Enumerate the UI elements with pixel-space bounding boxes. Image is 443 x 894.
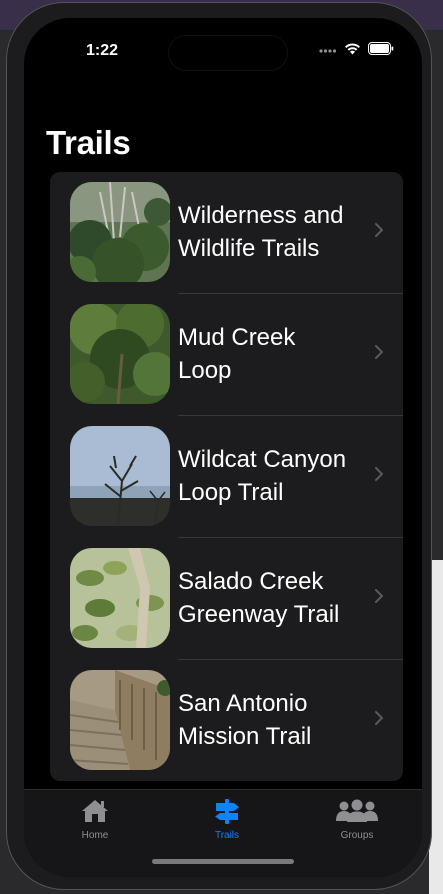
trail-name-line: Salado Creek	[178, 568, 324, 595]
signpost-icon	[215, 799, 239, 824]
tab-home[interactable]: Home	[55, 796, 135, 841]
phone-frame: 1:22 Trails Wilderness and Wildlife Trai…	[6, 2, 432, 890]
chevron-right-icon	[375, 711, 383, 725]
dynamic-island	[169, 36, 287, 70]
tab-trails[interactable]: Trails	[187, 796, 267, 841]
trail-name-line: Loop Trail	[178, 479, 284, 506]
trail-name-line: San Antonio	[178, 690, 308, 717]
trail-row-san-antonio-mission[interactable]: San Antonio Mission Trail	[50, 660, 403, 781]
trail-row-wilderness-wildlife[interactable]: Wilderness and Wildlife Trails	[50, 172, 403, 294]
status-time: 1:22	[86, 42, 119, 59]
status-icons	[319, 42, 394, 55]
trail-name-line: Wildlife Trails	[178, 235, 320, 262]
chevron-right-icon	[375, 345, 383, 359]
tab-label: Groups	[340, 830, 374, 841]
trail-name: Salado Creek Greenway Trail	[178, 565, 368, 631]
chevron-right-icon	[375, 589, 383, 603]
trail-thumbnail	[70, 548, 170, 648]
trail-thumbnail	[70, 670, 170, 770]
trail-thumbnail	[70, 304, 170, 404]
signal-icon	[319, 48, 337, 53]
trail-name-line: Wilderness and	[178, 202, 344, 229]
trail-row-mud-creek-loop[interactable]: Mud Creek Loop	[50, 294, 403, 416]
page-title: Trails	[46, 124, 131, 161]
trail-name: Wilderness and Wildlife Trails	[178, 199, 368, 265]
trail-thumbnail	[70, 182, 170, 282]
trail-name-line: Loop	[178, 357, 232, 384]
trail-thumbnail	[70, 426, 170, 526]
wifi-icon	[345, 43, 360, 55]
home-indicator	[152, 859, 294, 864]
house-icon	[82, 800, 108, 822]
trail-name-line: Mission Trail	[178, 723, 312, 750]
trail-name-line: Greenway Trail	[178, 601, 340, 628]
app-screen: 1:22 Trails Wilderness and Wildlife Trai…	[24, 18, 422, 877]
trail-name: Mud Creek Loop	[178, 321, 368, 387]
trail-name-line: Wildcat Canyon	[178, 446, 347, 473]
trail-name: San Antonio Mission Trail	[178, 687, 368, 753]
people-icon	[336, 799, 378, 822]
tab-label: Home	[81, 830, 109, 841]
trail-list: Wilderness and Wildlife Trails Mud Creek…	[50, 172, 403, 781]
chevron-right-icon	[375, 467, 383, 481]
trail-name: Wildcat Canyon Loop Trail	[178, 443, 368, 509]
trail-row-wildcat-canyon-loop[interactable]: Wildcat Canyon Loop Trail	[50, 416, 403, 538]
chevron-right-icon	[375, 223, 383, 237]
trail-name-line: Mud Creek	[178, 324, 296, 351]
tab-groups[interactable]: Groups	[317, 796, 397, 841]
tab-label: Trails	[214, 830, 240, 841]
trail-row-salado-creek-greenway[interactable]: Salado Creek Greenway Trail	[50, 538, 403, 660]
battery-icon	[368, 42, 394, 55]
status-bar: 1:22	[24, 18, 422, 78]
